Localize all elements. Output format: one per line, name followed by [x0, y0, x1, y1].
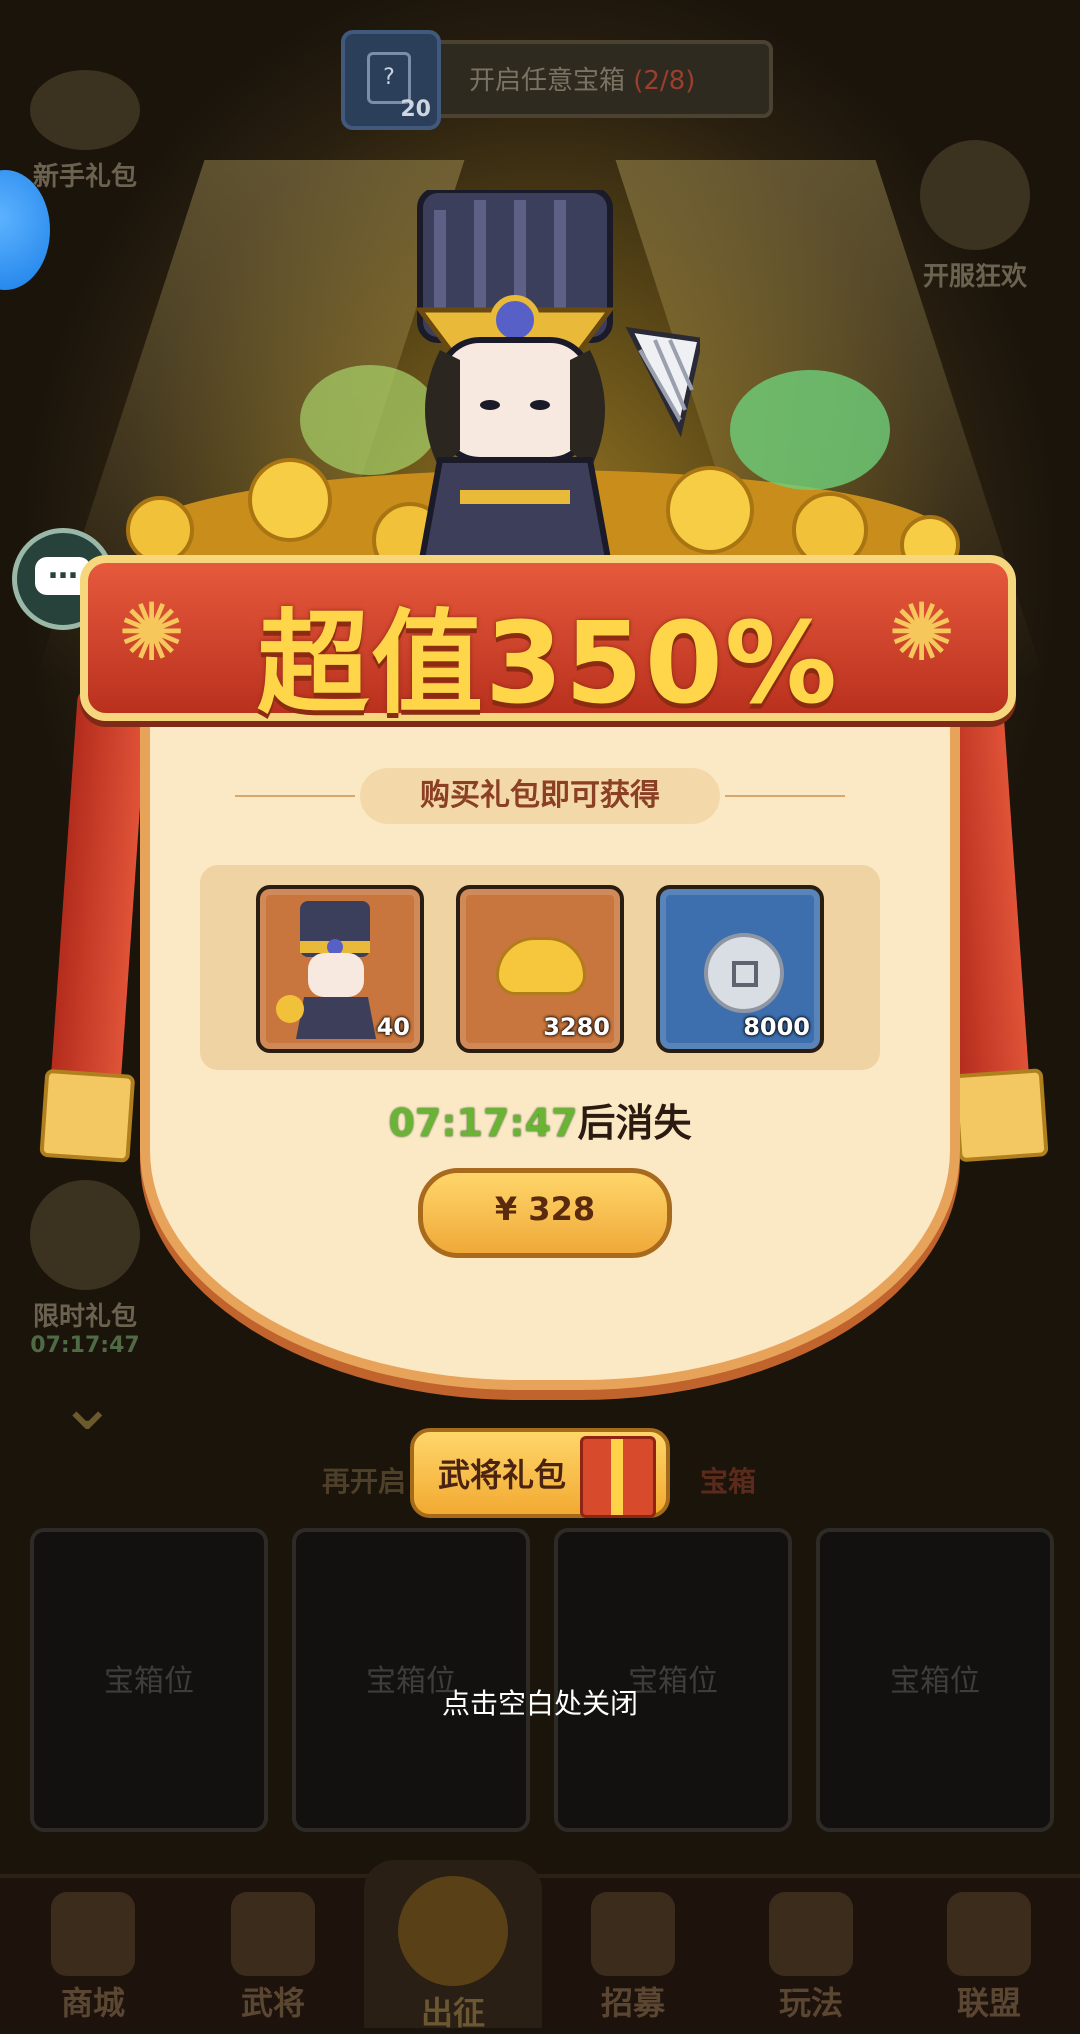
nav-shop[interactable]: 商城	[4, 1878, 182, 2028]
limited-gift-button[interactable]: 限时礼包 07:17:47	[30, 1180, 140, 1358]
server-carnival-button[interactable]: 开服狂欢	[920, 140, 1030, 293]
newbie-gift-icon	[30, 70, 140, 150]
nav-campaign[interactable]: 出征	[364, 1860, 542, 2032]
reward-count: 3280	[543, 1013, 610, 1041]
chest-slot[interactable]: 宝箱位	[816, 1528, 1054, 1832]
reward-gold-ingot[interactable]: 3280	[456, 885, 624, 1053]
buy-button[interactable]: ¥ 328	[418, 1168, 672, 1258]
reward-count: 40	[376, 1013, 410, 1041]
treasure-chest-icon	[30, 1180, 140, 1290]
gift-box-icon	[580, 1436, 656, 1518]
cloud-swirl-icon: ✺	[888, 586, 956, 679]
box-count: 20	[400, 97, 431, 122]
newbie-gift-button[interactable]: 新手礼包	[30, 70, 140, 193]
reward-coins[interactable]: 8000	[656, 885, 824, 1053]
mystery-box-icon: ? 20	[341, 30, 441, 130]
hero-gift-button[interactable]: 武将礼包	[410, 1428, 670, 1518]
chevron-down-icon[interactable]: ⌄	[58, 1370, 128, 1440]
strategist-hero-art	[415, 190, 700, 570]
reward-hero-shard[interactable]: 40	[256, 885, 424, 1053]
nav-heroes[interactable]: 武将	[184, 1878, 362, 2028]
progress-count: (2/8)	[633, 66, 696, 96]
chest-slot[interactable]: 宝箱位	[292, 1528, 530, 1832]
nav-recruit[interactable]: 招募	[544, 1878, 722, 2028]
offer-timer: 07:17:47后消失	[388, 1101, 692, 1145]
chest-progress-bar: ? 20 开启任意宝箱 (2/8)	[341, 30, 773, 130]
banner-flag-icon	[947, 1892, 1031, 1976]
nav-alliance[interactable]: 联盟	[900, 1878, 1078, 2028]
close-hint[interactable]: 点击空白处关闭	[0, 1682, 1080, 1722]
war-drum-icon	[398, 1876, 508, 1986]
chest-hint-left: 再开启	[322, 1465, 407, 1498]
chest-slot[interactable]: 宝箱位	[30, 1528, 268, 1832]
gold-ingot-icon	[496, 937, 586, 995]
copper-coin-icon	[704, 933, 784, 1013]
offer-title: 超值350%	[256, 599, 839, 729]
divider-right	[725, 795, 845, 797]
chest-slot[interactable]: 宝箱位	[554, 1528, 792, 1832]
divider-left	[235, 795, 355, 797]
nav-modes[interactable]: 玩法	[722, 1878, 900, 2028]
chest-hint-right: 宝箱	[700, 1465, 757, 1498]
progress-text: 开启任意宝箱 (2/8)	[469, 66, 696, 96]
reward-items: 40 3280 8000	[200, 865, 880, 1070]
carnival-icon	[920, 140, 1030, 250]
bottom-nav: 商城 武将 出征 招募 玩法 联盟	[0, 1860, 1080, 2032]
helmet-icon	[231, 1892, 315, 1976]
offer-banner: ✺ 超值350% ✺	[80, 555, 1016, 729]
offer-subheading: 购买礼包即可获得	[360, 768, 720, 824]
reward-count: 8000	[743, 1013, 810, 1041]
countdown: 07:17:47	[388, 1101, 578, 1145]
shop-icon	[51, 1892, 135, 1976]
scroll-icon	[591, 1892, 675, 1976]
limited-gift-timer: 07:17:47	[30, 1333, 140, 1358]
palace-icon	[769, 1892, 853, 1976]
